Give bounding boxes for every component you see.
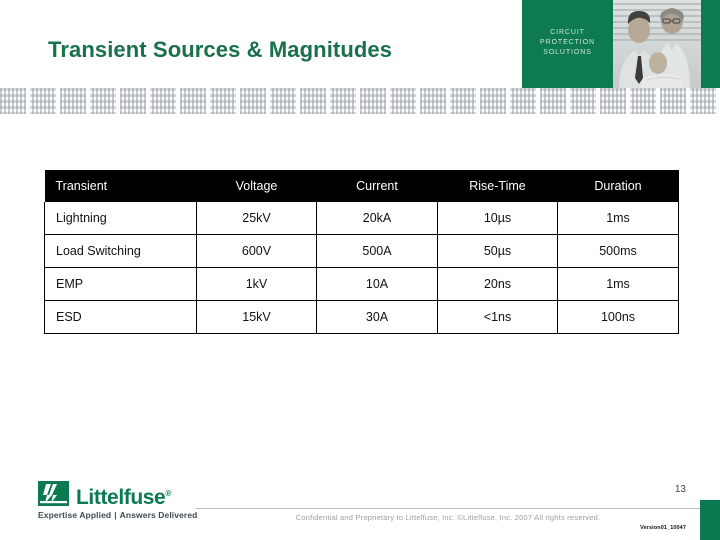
cell-current: 20kA <box>316 202 438 235</box>
column-header-rise-time: Rise-Time <box>437 170 558 202</box>
table-row: Lightning 25kV 20kA 10µs 1ms <box>44 202 679 235</box>
cell-rise-time: <1ns <box>437 300 558 334</box>
table-row: EMP 1kV 10A 20ns 1ms <box>44 267 679 301</box>
slide-canvas: Transient Sources & Magnitudes CIRCUIT P… <box>0 0 720 540</box>
header-tagline-line-3: SOLUTIONS <box>543 49 592 56</box>
tagline-separator: | <box>114 510 117 520</box>
header-right-accent <box>701 0 720 88</box>
page-title: Transient Sources & Magnitudes <box>48 37 393 62</box>
littelfuse-logo: Littelfuse® Expertise Applied | Answers De… <box>38 481 197 525</box>
page-number: 13 <box>674 484 686 495</box>
cell-duration: 500ms <box>557 234 679 268</box>
table-row: ESD 15kV 30A <1ns 100ns <box>44 300 679 334</box>
tagline-left: Expertise Applied <box>38 510 112 520</box>
cell-rise-time: 20ns <box>437 267 558 301</box>
littelfuse-wordmark-text: Littelfuse <box>76 486 166 509</box>
cell-transient: EMP <box>44 267 197 301</box>
cell-voltage: 15kV <box>196 300 317 334</box>
cell-current: 10A <box>316 267 438 301</box>
footer-divider <box>196 508 700 509</box>
cell-voltage: 25kV <box>196 202 317 235</box>
transient-table: Transient Voltage Current Rise-Time Dura… <box>44 170 679 334</box>
cell-transient: ESD <box>44 300 197 334</box>
table-row: Load Switching 600V 500A 50µs 500ms <box>44 234 679 268</box>
table-header: Transient Voltage Current Rise-Time Dura… <box>44 170 679 202</box>
cell-duration: 1ms <box>557 202 679 235</box>
littelfuse-mark-icon <box>38 481 69 506</box>
footer-accent-block <box>700 500 720 540</box>
cell-rise-time: 10µs <box>437 202 558 235</box>
cell-voltage: 600V <box>196 234 317 268</box>
header-photo <box>613 0 701 88</box>
cell-duration: 100ns <box>557 300 679 334</box>
cell-rise-time: 50µs <box>437 234 558 268</box>
cell-transient: Lightning <box>44 202 197 235</box>
column-header-duration: Duration <box>557 170 679 202</box>
littelfuse-tagline: Expertise Applied | Answers Delivered <box>38 510 197 520</box>
littelfuse-wordmark: Littelfuse® <box>76 481 171 510</box>
slide-header: Transient Sources & Magnitudes CIRCUIT P… <box>0 0 720 88</box>
tagline-right: Answers Delivered <box>119 510 198 520</box>
table-header-row: Transient Voltage Current Rise-Time Dura… <box>44 170 679 202</box>
header-brand-tagline: CIRCUIT PROTECTION SOLUTIONS <box>522 28 613 58</box>
cell-current: 30A <box>316 300 438 334</box>
cell-voltage: 1kV <box>196 267 317 301</box>
column-header-voltage: Voltage <box>196 170 317 202</box>
registered-trademark-icon: ® <box>165 489 171 498</box>
footer-copyright: Confidential and Proprietary to Littelfu… <box>295 513 601 522</box>
cell-duration: 1ms <box>557 267 679 301</box>
header-tagline-line-2: PROTECTION <box>540 39 595 46</box>
header-brand-block: CIRCUIT PROTECTION SOLUTIONS <box>522 0 613 88</box>
cell-transient: Load Switching <box>44 234 197 268</box>
transient-table-container: Transient Voltage Current Rise-Time Dura… <box>44 170 679 334</box>
lightning-bolt-icon <box>38 481 69 506</box>
footer-version-label: Version01_10047 <box>640 525 686 531</box>
businessmen-photo-icon <box>613 0 701 88</box>
cell-current: 500A <box>316 234 438 268</box>
column-header-transient: Transient <box>44 170 197 202</box>
column-header-current: Current <box>316 170 438 202</box>
header-texture-band <box>0 88 720 114</box>
header-tagline-line-1: CIRCUIT <box>550 29 585 36</box>
table-body: Lightning 25kV 20kA 10µs 1ms Load Switch… <box>44 202 679 334</box>
